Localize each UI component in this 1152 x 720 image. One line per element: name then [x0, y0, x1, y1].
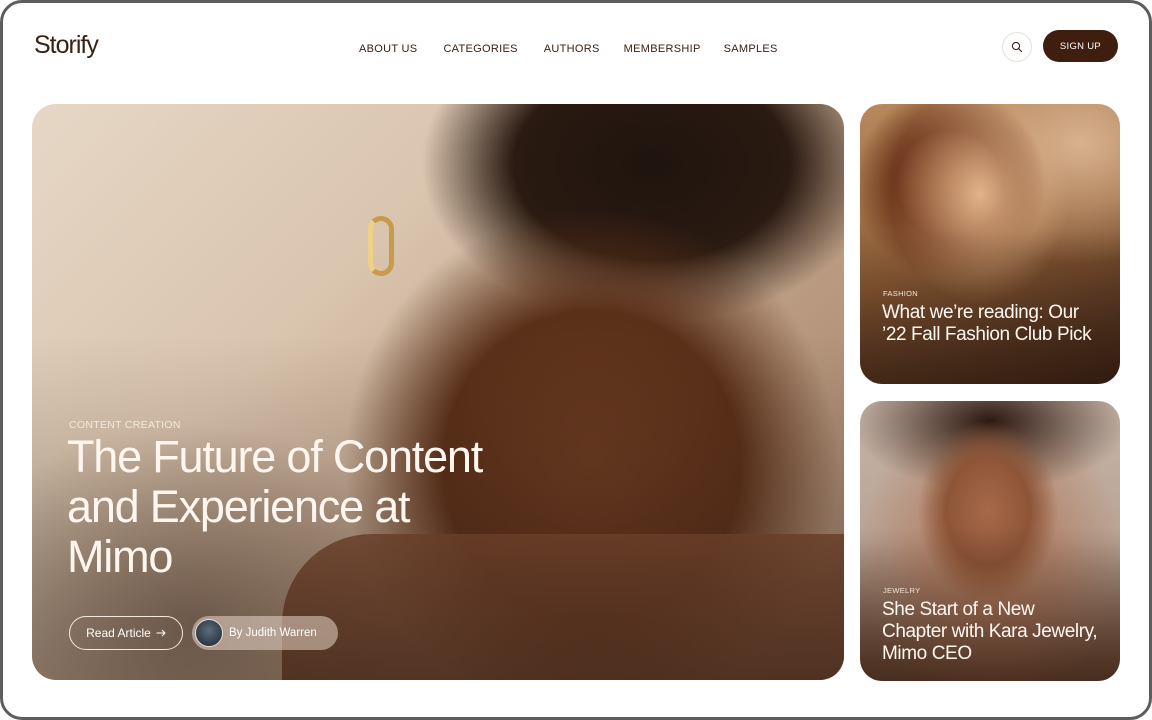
nav-item-about-us[interactable]: ABOUT US [359, 43, 417, 55]
logo[interactable]: Storify [34, 31, 99, 60]
search-button[interactable] [1002, 32, 1032, 62]
arrow-right-icon [156, 629, 166, 637]
main-nav: ABOUT US CATEGORIES AUTHORS MEMBERSHIP S… [359, 43, 778, 55]
hero-category: CONTENT CREATION [69, 419, 181, 431]
nav-item-categories[interactable]: CATEGORIES [443, 43, 517, 55]
nav-item-samples[interactable]: SAMPLES [724, 43, 778, 55]
card-category: FASHION [883, 289, 919, 298]
card-title[interactable]: She Start of a New Chapter with Kara Jew… [882, 599, 1102, 665]
nav-item-membership[interactable]: MEMBERSHIP [624, 43, 701, 55]
signup-button[interactable]: SIGN UP [1043, 30, 1118, 62]
hero-title[interactable]: The Future of Content and Experience at … [67, 432, 497, 582]
nav-item-authors[interactable]: AUTHORS [544, 43, 600, 55]
app-window: Storify ABOUT US CATEGORIES AUTHORS MEMB… [0, 0, 1152, 720]
hero-overlay [32, 104, 844, 680]
read-article-label: Read Article [86, 626, 151, 640]
author-name: By Judith Warren [229, 627, 317, 639]
hero-card[interactable]: CONTENT CREATION The Future of Content a… [32, 104, 844, 680]
author-pill[interactable]: By Judith Warren [192, 616, 338, 650]
avatar [195, 619, 223, 647]
article-card-fashion[interactable]: FASHION What we’re reading: Our ’22 Fall… [860, 104, 1120, 384]
article-card-jewelry[interactable]: JEWELRY She Start of a New Chapter with … [860, 401, 1120, 681]
read-article-button[interactable]: Read Article [69, 616, 183, 650]
search-icon [1011, 41, 1023, 53]
card-title[interactable]: What we’re reading: Our ’22 Fall Fashion… [882, 302, 1102, 346]
card-category: JEWELRY [883, 586, 921, 595]
